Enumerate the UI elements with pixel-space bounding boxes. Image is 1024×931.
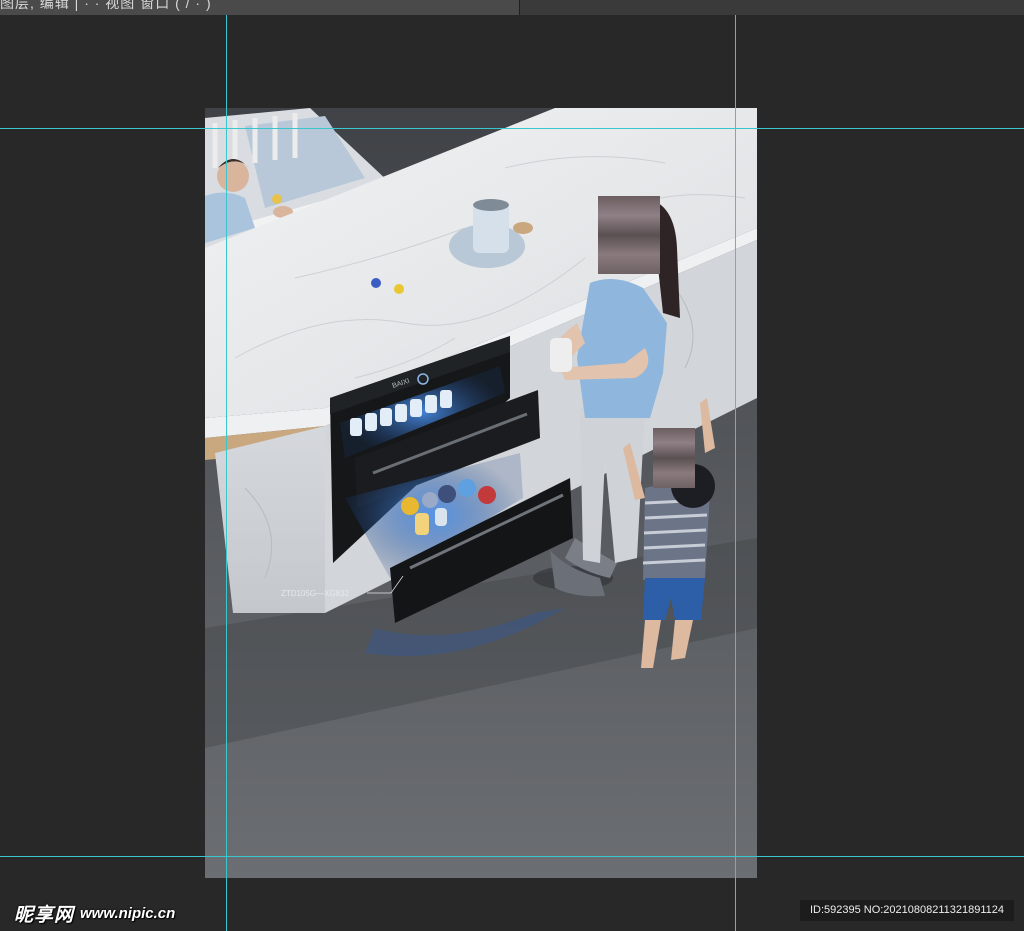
document-tab-label: 图层, 编辑 | · · 视图 窗口 ( / · ) [0, 0, 212, 11]
horizontal-guide-top[interactable] [0, 128, 1024, 129]
image-id-badge: ID:592395 NO:20210808211321891124 [800, 900, 1014, 921]
island-side-panel [215, 426, 325, 613]
photoshop-workspace: 图层, 编辑 | · · 视图 窗口 ( / · ) BAIXI ZTD105G… [0, 0, 1024, 931]
horizontal-guide-bottom[interactable] [0, 856, 1024, 857]
vertical-guide-left[interactable] [226, 15, 227, 931]
kitchen-scene-image: BAIXI ZTD105G—XG832 [205, 108, 757, 878]
document-tab-bar: 图层, 编辑 | · · 视图 窗口 ( / · ) [0, 0, 1024, 15]
document-tab[interactable]: 图层, 编辑 | · · 视图 窗口 ( / · ) [0, 0, 520, 15]
blurred-face [598, 196, 660, 274]
watermark-url: www.nipic.cn [80, 904, 176, 922]
watermark-brand: 昵享网 [14, 903, 75, 926]
document-canvas[interactable]: BAIXI ZTD105G—XG832 [205, 108, 757, 878]
toy-ball-blue [371, 278, 381, 288]
blurred-face [653, 428, 695, 488]
toy-ball-yellow [394, 284, 404, 294]
model-number-label: ZTD105G—XG832 [281, 589, 350, 598]
site-watermark: 昵享网 www.nipic.cn [14, 900, 175, 926]
vertical-guide-right[interactable] [735, 15, 736, 931]
